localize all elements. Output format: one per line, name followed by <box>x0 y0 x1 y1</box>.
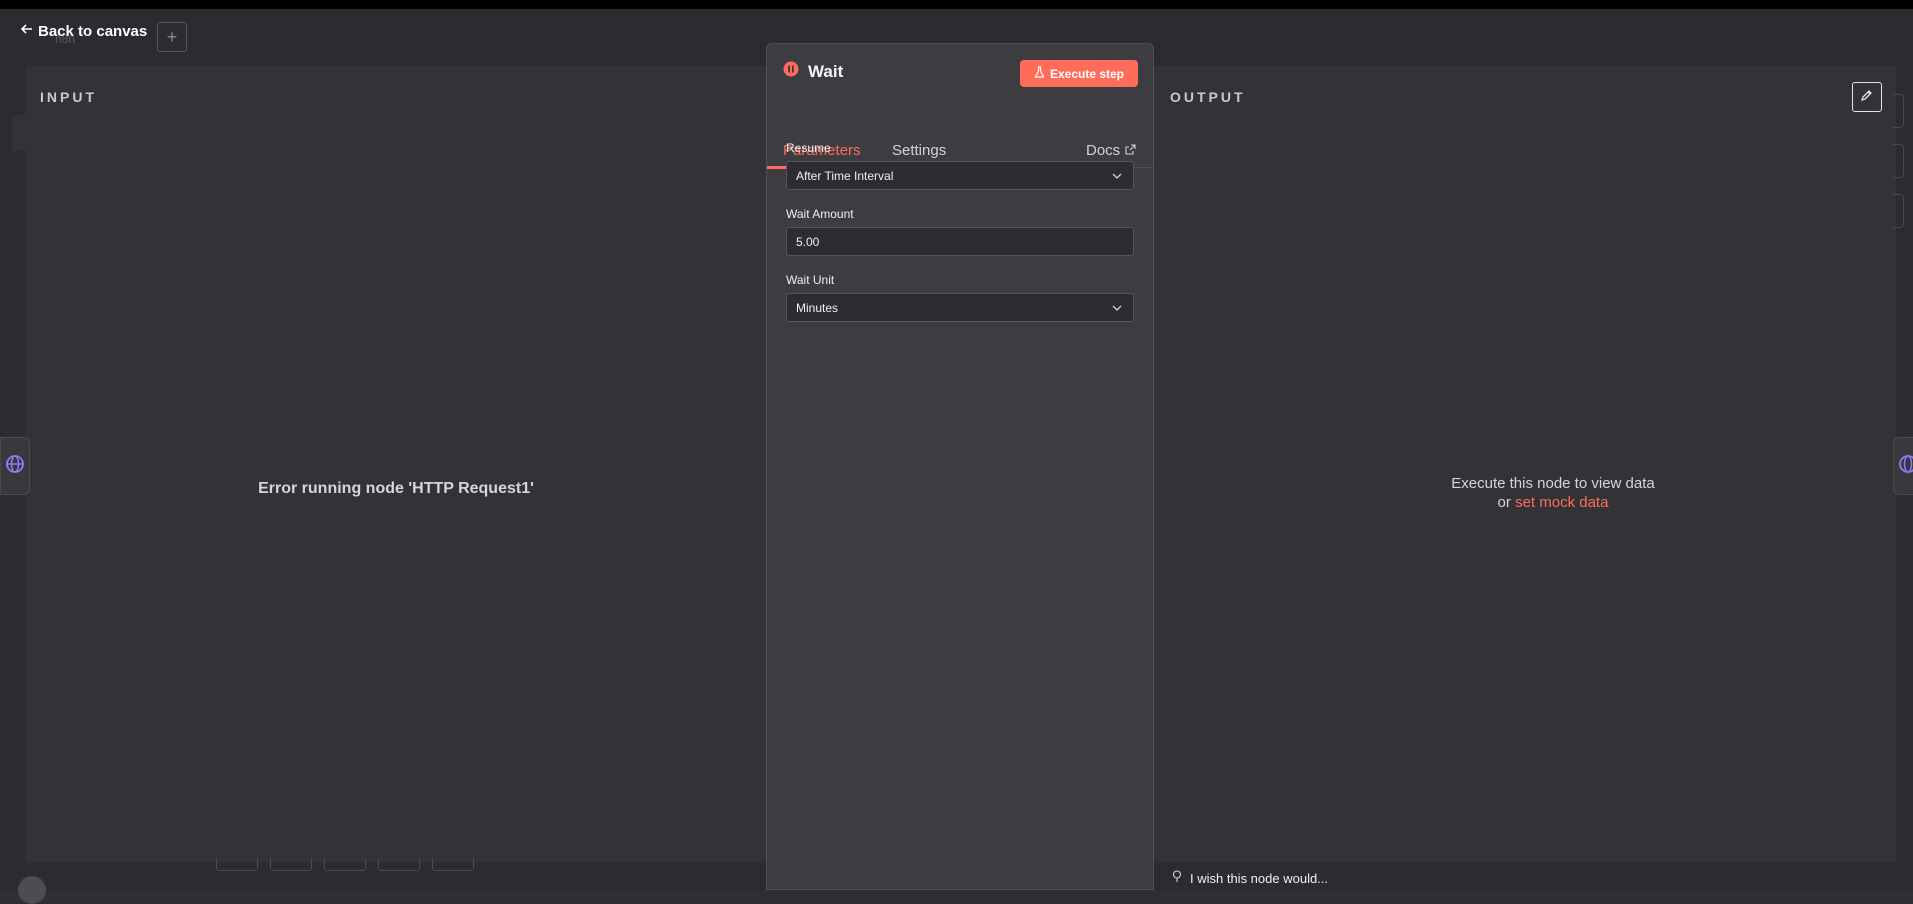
ghost-canvas-controls <box>216 858 474 871</box>
arrow-left-icon <box>20 22 34 40</box>
output-or-text: or <box>1497 494 1511 511</box>
wait-unit-label: Wait Unit <box>786 273 835 287</box>
input-panel-label: INPUT <box>40 89 97 105</box>
edit-output-button[interactable] <box>1852 82 1882 112</box>
resume-select[interactable]: After Time Interval <box>786 161 1134 190</box>
output-node-handle[interactable] <box>1893 437 1913 495</box>
output-panel-label: OUTPUT <box>1170 89 1246 105</box>
output-empty-message: Execute this node to view data or set mo… <box>1388 474 1718 512</box>
pause-icon <box>783 61 799 82</box>
input-error-message: Error running node 'HTTP Request1' <box>258 480 534 497</box>
node-header: Wait <box>783 61 843 82</box>
chevron-down-icon <box>1111 302 1123 317</box>
docs-link[interactable]: Docs <box>1086 142 1136 159</box>
node-parameters-panel: Wait Execute step Parameters Settings Do… <box>766 43 1154 890</box>
feedback-prompt[interactable]: I wish this node would... <box>1172 870 1328 886</box>
output-panel: OUTPUT Execute this node to view data or… <box>1152 66 1896 863</box>
globe-icon <box>5 454 25 479</box>
set-mock-data-link[interactable]: set mock data <box>1515 494 1608 511</box>
wish-label: I wish this node would... <box>1190 870 1329 886</box>
node-title[interactable]: Wait <box>808 62 843 82</box>
wait-unit-select[interactable]: Minutes <box>786 293 1134 322</box>
back-to-canvas-label: Back to canvas <box>38 22 148 40</box>
docs-label: Docs <box>1086 142 1121 159</box>
ghost-sidebar-item <box>12 115 25 151</box>
resume-label: Resume <box>786 141 831 155</box>
external-link-icon <box>1125 142 1136 159</box>
globe-icon <box>1894 454 1913 479</box>
execute-step-button[interactable]: Execute step <box>1020 60 1138 87</box>
resume-value: After Time Interval <box>796 168 894 183</box>
add-button[interactable]: + <box>157 22 187 52</box>
back-to-canvas[interactable]: Back to canvas <box>20 22 147 40</box>
input-panel: INPUT Error running node 'HTTP Request1' <box>25 66 767 863</box>
avatar <box>18 876 46 904</box>
wait-amount-value: 5.00 <box>796 234 820 249</box>
chevron-down-icon <box>1111 170 1123 185</box>
window-top-bar <box>0 0 1913 9</box>
node-tabs: Parameters Settings Docs <box>767 100 1153 169</box>
input-node-handle[interactable] <box>0 437 30 495</box>
wait-amount-label: Wait Amount <box>786 207 854 221</box>
execute-step-label: Execute step <box>1049 66 1125 81</box>
flask-icon <box>1034 66 1045 81</box>
output-mock-line: or set mock data <box>1388 493 1718 512</box>
output-message-text: Execute this node to view data <box>1451 475 1655 492</box>
lightbulb-icon <box>1172 870 1182 886</box>
wait-unit-value: Minutes <box>796 300 839 315</box>
tab-settings[interactable]: Settings <box>892 142 946 159</box>
wait-amount-input[interactable]: 5.00 <box>786 227 1134 256</box>
pencil-icon <box>1860 88 1874 107</box>
